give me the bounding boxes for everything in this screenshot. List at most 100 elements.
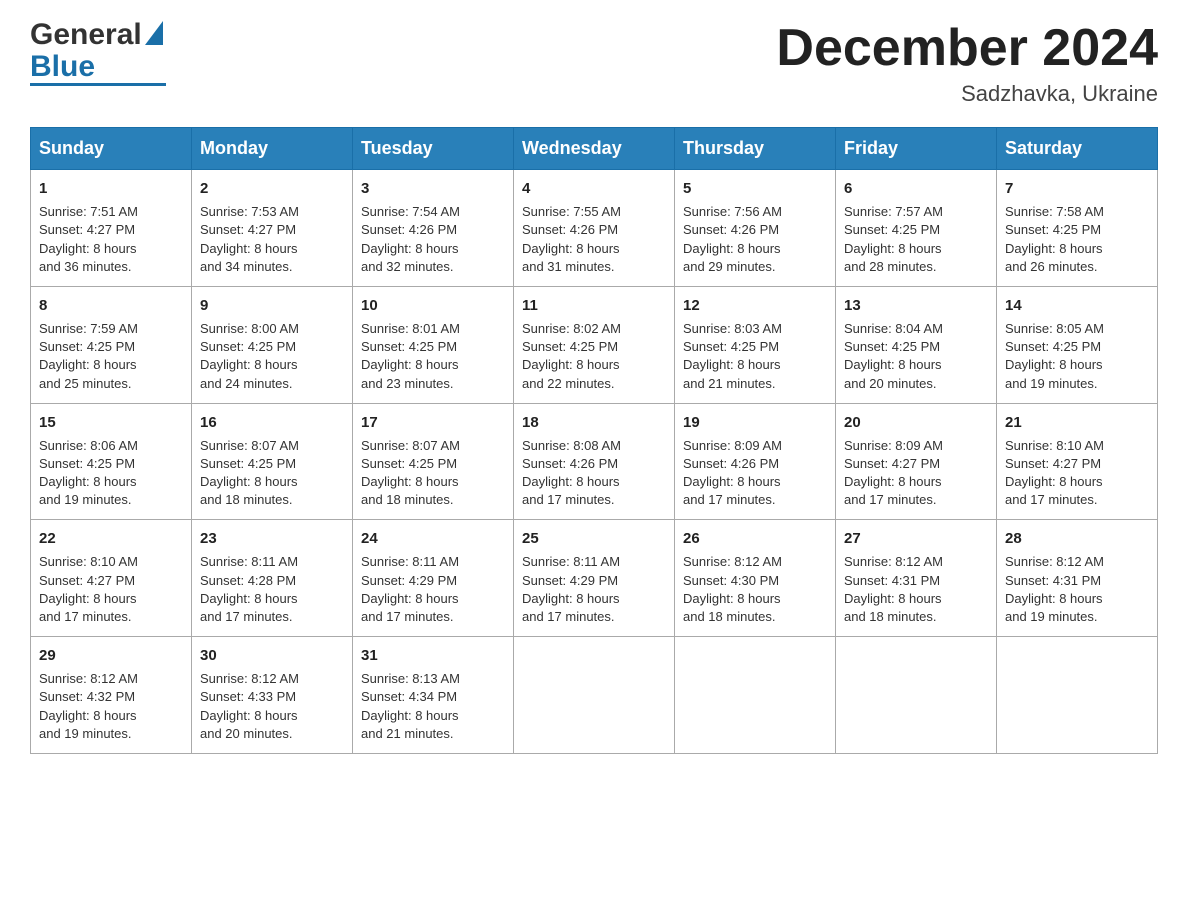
logo-general-text: General bbox=[30, 20, 142, 50]
day-number: 13 bbox=[844, 295, 988, 316]
table-row: 19 Sunrise: 8:09 AMSunset: 4:26 PMDaylig… bbox=[675, 403, 836, 520]
calendar-week-row: 22 Sunrise: 8:10 AMSunset: 4:27 PMDaylig… bbox=[31, 520, 1158, 637]
day-info: Sunrise: 8:11 AMSunset: 4:28 PMDaylight:… bbox=[200, 554, 298, 624]
day-info: Sunrise: 8:04 AMSunset: 4:25 PMDaylight:… bbox=[844, 321, 943, 391]
col-tuesday: Tuesday bbox=[353, 128, 514, 170]
day-info: Sunrise: 8:08 AMSunset: 4:26 PMDaylight:… bbox=[522, 438, 621, 508]
table-row: 13 Sunrise: 8:04 AMSunset: 4:25 PMDaylig… bbox=[836, 286, 997, 403]
day-info: Sunrise: 7:57 AMSunset: 4:25 PMDaylight:… bbox=[844, 204, 943, 274]
day-number: 6 bbox=[844, 178, 988, 199]
table-row: 15 Sunrise: 8:06 AMSunset: 4:25 PMDaylig… bbox=[31, 403, 192, 520]
day-info: Sunrise: 7:59 AMSunset: 4:25 PMDaylight:… bbox=[39, 321, 138, 391]
day-info: Sunrise: 8:02 AMSunset: 4:25 PMDaylight:… bbox=[522, 321, 621, 391]
table-row: 5 Sunrise: 7:56 AMSunset: 4:26 PMDayligh… bbox=[675, 170, 836, 287]
table-row: 21 Sunrise: 8:10 AMSunset: 4:27 PMDaylig… bbox=[997, 403, 1158, 520]
table-row: 26 Sunrise: 8:12 AMSunset: 4:30 PMDaylig… bbox=[675, 520, 836, 637]
col-sunday: Sunday bbox=[31, 128, 192, 170]
day-number: 25 bbox=[522, 528, 666, 549]
day-info: Sunrise: 8:06 AMSunset: 4:25 PMDaylight:… bbox=[39, 438, 138, 508]
day-number: 5 bbox=[683, 178, 827, 199]
logo-blue-text: Blue bbox=[30, 50, 166, 86]
day-number: 11 bbox=[522, 295, 666, 316]
day-number: 30 bbox=[200, 645, 344, 666]
day-number: 29 bbox=[39, 645, 183, 666]
table-row: 4 Sunrise: 7:55 AMSunset: 4:26 PMDayligh… bbox=[514, 170, 675, 287]
calendar-week-row: 15 Sunrise: 8:06 AMSunset: 4:25 PMDaylig… bbox=[31, 403, 1158, 520]
table-row: 16 Sunrise: 8:07 AMSunset: 4:25 PMDaylig… bbox=[192, 403, 353, 520]
col-saturday: Saturday bbox=[997, 128, 1158, 170]
logo: General Blue bbox=[30, 20, 166, 86]
table-row: 28 Sunrise: 8:12 AMSunset: 4:31 PMDaylig… bbox=[997, 520, 1158, 637]
table-row: 7 Sunrise: 7:58 AMSunset: 4:25 PMDayligh… bbox=[997, 170, 1158, 287]
day-info: Sunrise: 7:51 AMSunset: 4:27 PMDaylight:… bbox=[39, 204, 138, 274]
day-number: 24 bbox=[361, 528, 505, 549]
table-row: 11 Sunrise: 8:02 AMSunset: 4:25 PMDaylig… bbox=[514, 286, 675, 403]
day-info: Sunrise: 8:12 AMSunset: 4:32 PMDaylight:… bbox=[39, 671, 138, 741]
table-row: 3 Sunrise: 7:54 AMSunset: 4:26 PMDayligh… bbox=[353, 170, 514, 287]
calendar-week-row: 1 Sunrise: 7:51 AMSunset: 4:27 PMDayligh… bbox=[31, 170, 1158, 287]
table-row: 24 Sunrise: 8:11 AMSunset: 4:29 PMDaylig… bbox=[353, 520, 514, 637]
day-number: 21 bbox=[1005, 412, 1149, 433]
day-info: Sunrise: 8:12 AMSunset: 4:30 PMDaylight:… bbox=[683, 554, 782, 624]
table-row: 6 Sunrise: 7:57 AMSunset: 4:25 PMDayligh… bbox=[836, 170, 997, 287]
location-subtitle: Sadzhavka, Ukraine bbox=[776, 81, 1158, 107]
day-info: Sunrise: 8:11 AMSunset: 4:29 PMDaylight:… bbox=[522, 554, 620, 624]
day-number: 27 bbox=[844, 528, 988, 549]
table-row: 18 Sunrise: 8:08 AMSunset: 4:26 PMDaylig… bbox=[514, 403, 675, 520]
col-wednesday: Wednesday bbox=[514, 128, 675, 170]
day-info: Sunrise: 8:03 AMSunset: 4:25 PMDaylight:… bbox=[683, 321, 782, 391]
day-info: Sunrise: 8:05 AMSunset: 4:25 PMDaylight:… bbox=[1005, 321, 1104, 391]
day-number: 9 bbox=[200, 295, 344, 316]
table-row: 12 Sunrise: 8:03 AMSunset: 4:25 PMDaylig… bbox=[675, 286, 836, 403]
day-number: 7 bbox=[1005, 178, 1149, 199]
day-info: Sunrise: 8:12 AMSunset: 4:31 PMDaylight:… bbox=[1005, 554, 1104, 624]
table-row: 2 Sunrise: 7:53 AMSunset: 4:27 PMDayligh… bbox=[192, 170, 353, 287]
table-row: 10 Sunrise: 8:01 AMSunset: 4:25 PMDaylig… bbox=[353, 286, 514, 403]
day-number: 2 bbox=[200, 178, 344, 199]
month-year-title: December 2024 bbox=[776, 20, 1158, 77]
table-row: 22 Sunrise: 8:10 AMSunset: 4:27 PMDaylig… bbox=[31, 520, 192, 637]
calendar-table: Sunday Monday Tuesday Wednesday Thursday… bbox=[30, 127, 1158, 754]
day-number: 26 bbox=[683, 528, 827, 549]
logo-triangle-icon bbox=[145, 21, 163, 49]
day-info: Sunrise: 8:07 AMSunset: 4:25 PMDaylight:… bbox=[361, 438, 460, 508]
day-number: 17 bbox=[361, 412, 505, 433]
day-number: 31 bbox=[361, 645, 505, 666]
calendar-week-row: 8 Sunrise: 7:59 AMSunset: 4:25 PMDayligh… bbox=[31, 286, 1158, 403]
page-header: General Blue December 2024 Sadzhavka, Uk… bbox=[30, 20, 1158, 107]
day-info: Sunrise: 7:53 AMSunset: 4:27 PMDaylight:… bbox=[200, 204, 299, 274]
table-row bbox=[836, 637, 997, 754]
table-row: 25 Sunrise: 8:11 AMSunset: 4:29 PMDaylig… bbox=[514, 520, 675, 637]
day-number: 15 bbox=[39, 412, 183, 433]
calendar-header-row: Sunday Monday Tuesday Wednesday Thursday… bbox=[31, 128, 1158, 170]
day-info: Sunrise: 8:09 AMSunset: 4:27 PMDaylight:… bbox=[844, 438, 943, 508]
table-row: 20 Sunrise: 8:09 AMSunset: 4:27 PMDaylig… bbox=[836, 403, 997, 520]
day-info: Sunrise: 8:09 AMSunset: 4:26 PMDaylight:… bbox=[683, 438, 782, 508]
day-number: 19 bbox=[683, 412, 827, 433]
day-number: 1 bbox=[39, 178, 183, 199]
day-number: 20 bbox=[844, 412, 988, 433]
day-info: Sunrise: 7:58 AMSunset: 4:25 PMDaylight:… bbox=[1005, 204, 1104, 274]
table-row: 17 Sunrise: 8:07 AMSunset: 4:25 PMDaylig… bbox=[353, 403, 514, 520]
day-number: 23 bbox=[200, 528, 344, 549]
table-row: 27 Sunrise: 8:12 AMSunset: 4:31 PMDaylig… bbox=[836, 520, 997, 637]
day-info: Sunrise: 8:07 AMSunset: 4:25 PMDaylight:… bbox=[200, 438, 299, 508]
table-row: 1 Sunrise: 7:51 AMSunset: 4:27 PMDayligh… bbox=[31, 170, 192, 287]
col-monday: Monday bbox=[192, 128, 353, 170]
table-row: 9 Sunrise: 8:00 AMSunset: 4:25 PMDayligh… bbox=[192, 286, 353, 403]
day-number: 18 bbox=[522, 412, 666, 433]
day-number: 14 bbox=[1005, 295, 1149, 316]
col-thursday: Thursday bbox=[675, 128, 836, 170]
day-info: Sunrise: 8:01 AMSunset: 4:25 PMDaylight:… bbox=[361, 321, 460, 391]
day-number: 22 bbox=[39, 528, 183, 549]
day-number: 28 bbox=[1005, 528, 1149, 549]
day-number: 12 bbox=[683, 295, 827, 316]
table-row: 14 Sunrise: 8:05 AMSunset: 4:25 PMDaylig… bbox=[997, 286, 1158, 403]
day-info: Sunrise: 8:13 AMSunset: 4:34 PMDaylight:… bbox=[361, 671, 460, 741]
day-info: Sunrise: 8:12 AMSunset: 4:33 PMDaylight:… bbox=[200, 671, 299, 741]
table-row: 8 Sunrise: 7:59 AMSunset: 4:25 PMDayligh… bbox=[31, 286, 192, 403]
day-number: 16 bbox=[200, 412, 344, 433]
table-row bbox=[514, 637, 675, 754]
day-number: 8 bbox=[39, 295, 183, 316]
day-info: Sunrise: 7:56 AMSunset: 4:26 PMDaylight:… bbox=[683, 204, 782, 274]
